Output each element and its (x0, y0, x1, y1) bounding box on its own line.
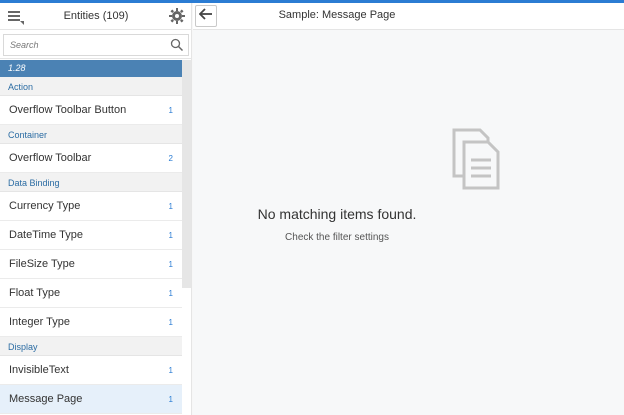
list-item-label: FileSize Type (9, 258, 75, 270)
search-icon[interactable] (170, 38, 184, 52)
group-header-display: Display (0, 337, 182, 356)
list-item[interactable]: InvisibleText 1 (0, 356, 182, 385)
list-item-counter: 1 (168, 105, 173, 115)
group-header-container: Container (0, 125, 182, 144)
list-item-label: Integer Type (9, 316, 70, 328)
list-item-label: InvisibleText (9, 364, 69, 376)
list-item-label: Overflow Toolbar Button (9, 104, 127, 116)
group-header-action: Action (0, 77, 182, 96)
list-item[interactable]: Overflow Toolbar Button 1 (0, 96, 182, 125)
list-item-selected[interactable]: Message Page 1 (0, 385, 182, 414)
list-item-label: Message Page (9, 393, 83, 405)
list-item-counter: 2 (168, 153, 173, 163)
empty-state-title: No matching items found. (257, 206, 417, 222)
detail-panel: Sample: Message Page No matching items f… (193, 3, 624, 415)
list-item-label: Overflow Toolbar (9, 152, 92, 164)
search-input[interactable] (4, 35, 164, 55)
list-item[interactable]: FileSize Type 1 (0, 250, 182, 279)
list-item[interactable]: Overflow Toolbar 2 (0, 144, 182, 173)
version-header: 1.28 (0, 60, 182, 77)
documents-icon (452, 128, 502, 190)
page-title: Sample: Message Page (278, 9, 396, 21)
list-item-label: Float Type (9, 287, 61, 299)
search-bar (0, 30, 191, 59)
detail-header: Sample: Message Page (193, 3, 624, 30)
group-header-data-binding: Data Binding (0, 173, 182, 192)
list-scrollbar[interactable] (182, 60, 191, 288)
list-item-counter: 1 (168, 394, 173, 404)
list-item-counter: 1 (168, 259, 173, 269)
list-item[interactable]: Float Type 1 (0, 279, 182, 308)
list-item-counter: 1 (168, 317, 173, 327)
empty-state-subtitle: Check the filter settings (285, 232, 389, 243)
list-item-counter: 1 (168, 288, 173, 298)
search-field (3, 34, 189, 56)
list-item[interactable]: Integer Type 1 (0, 308, 182, 337)
list-item-counter: 1 (168, 365, 173, 375)
